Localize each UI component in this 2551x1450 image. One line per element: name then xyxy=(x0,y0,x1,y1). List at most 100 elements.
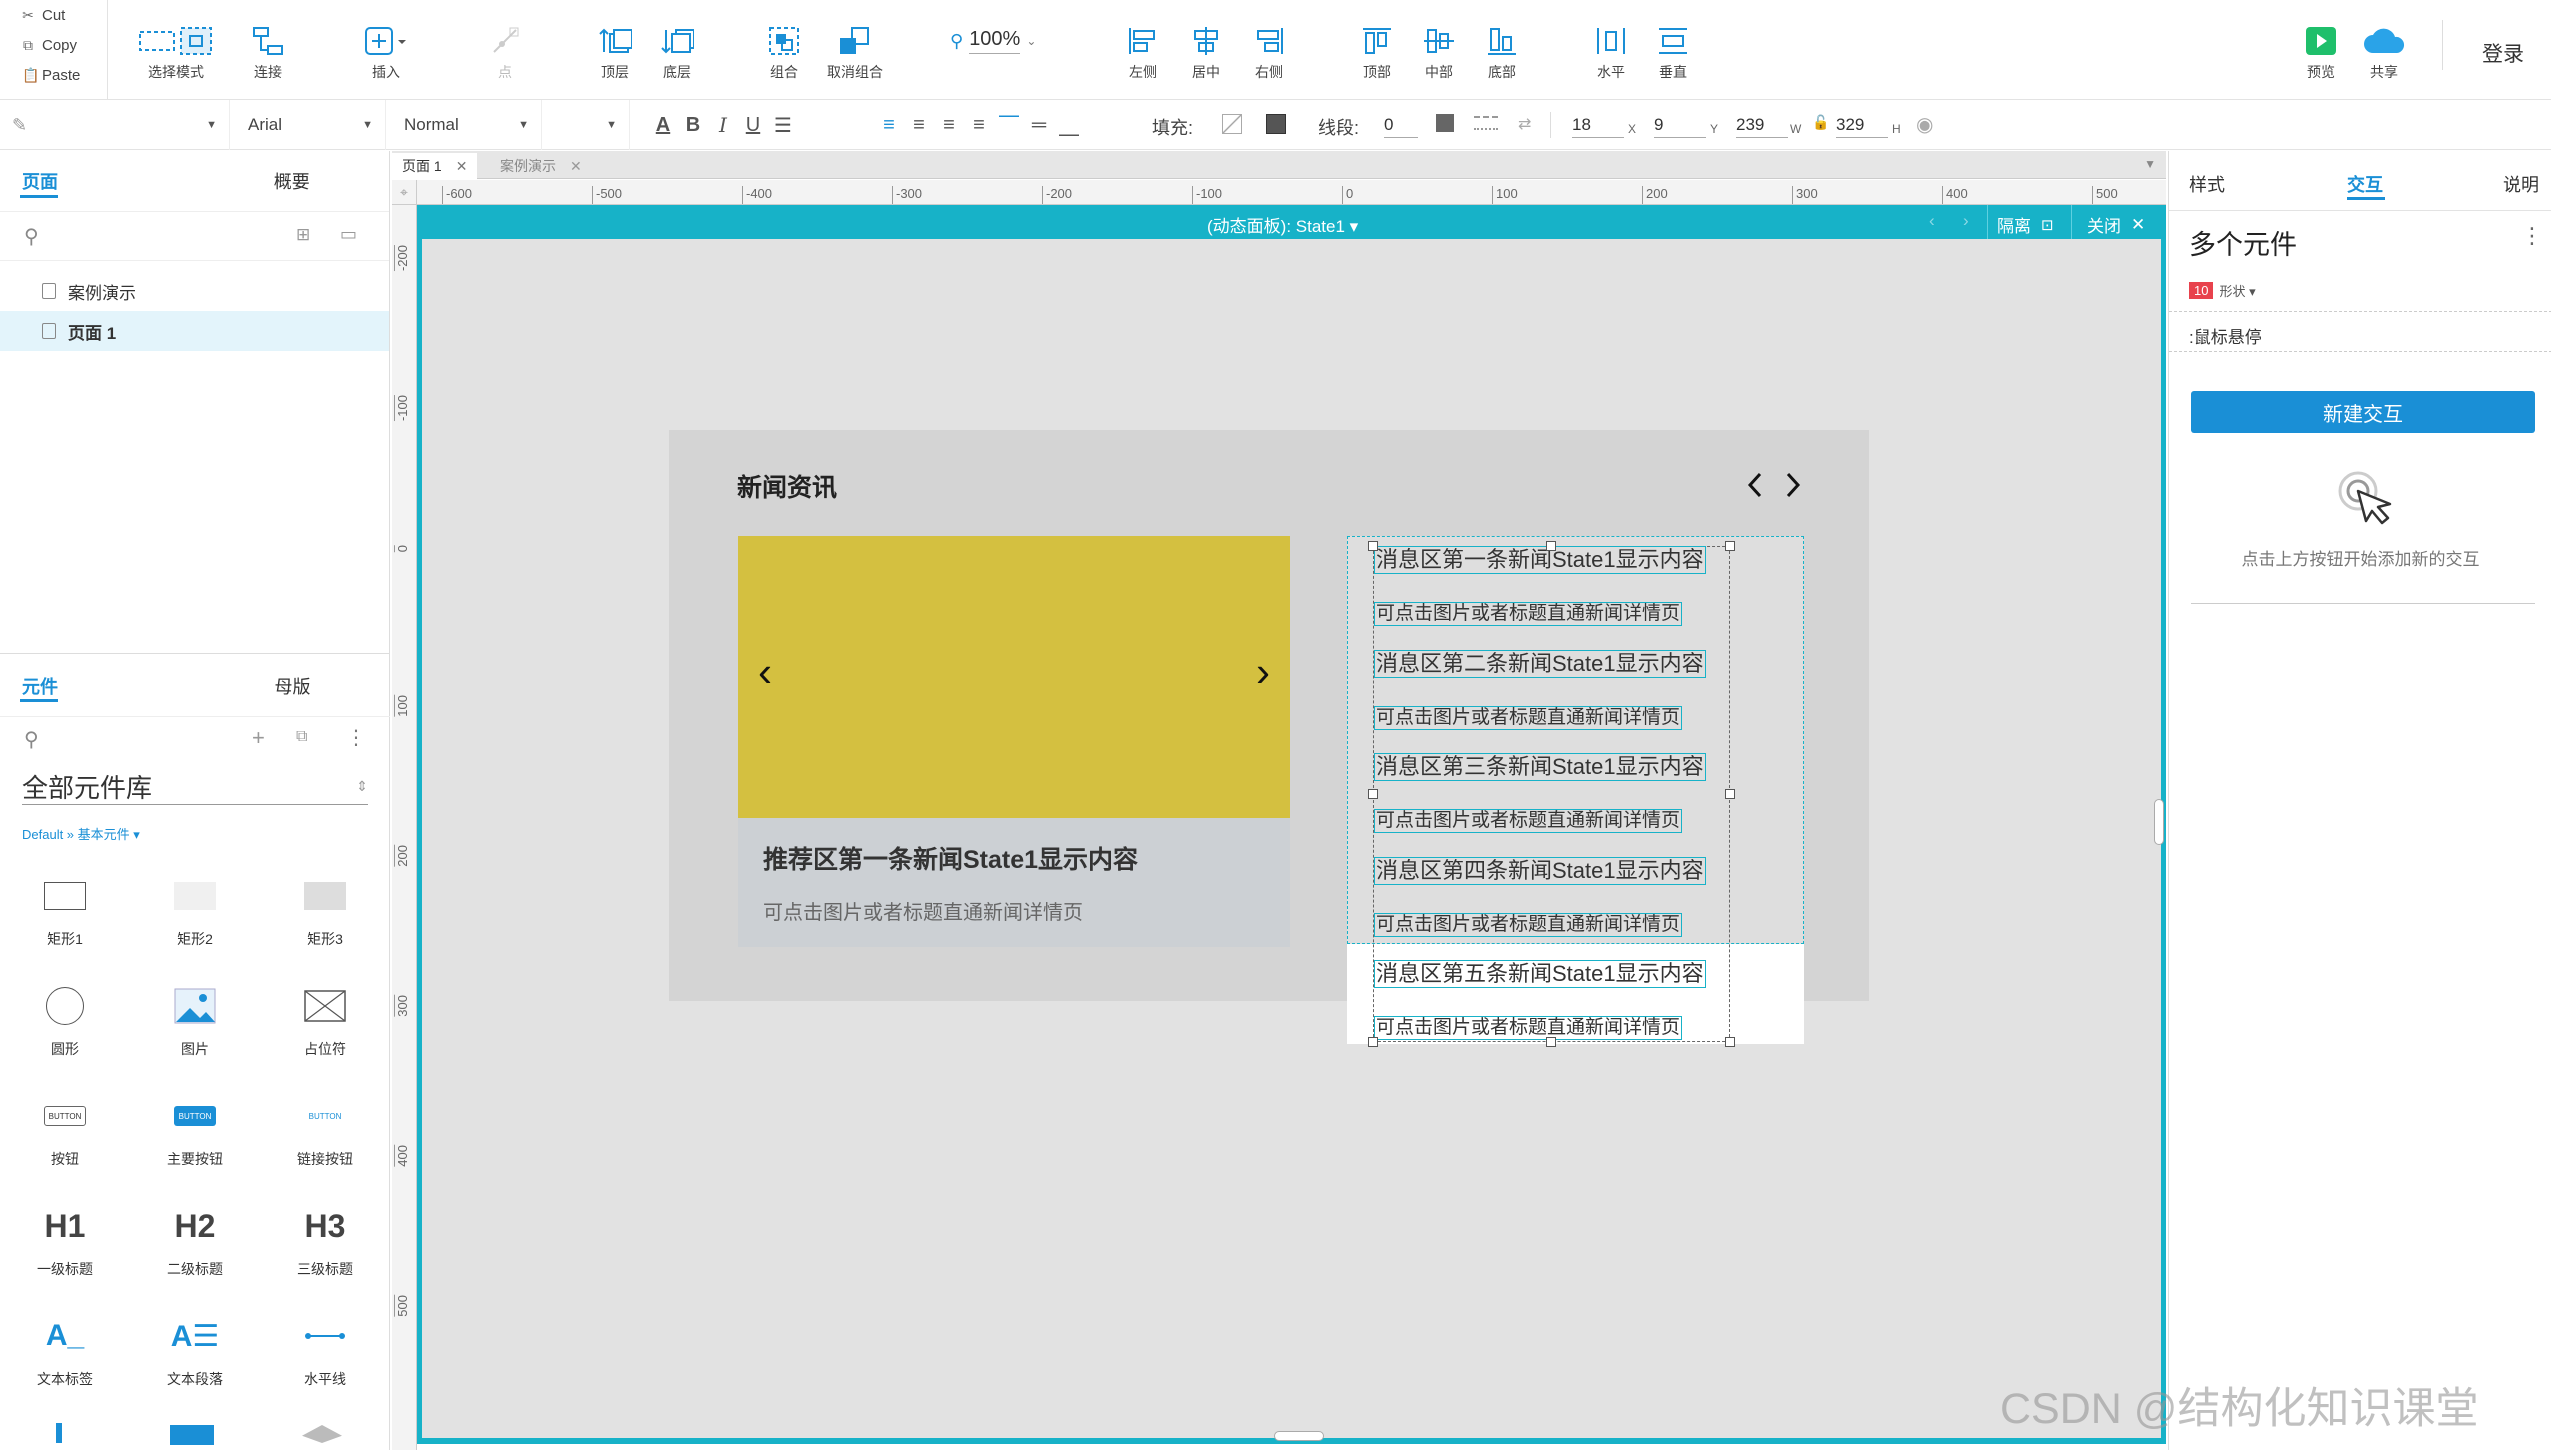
search-icon[interactable]: ⚲ xyxy=(24,224,39,249)
widget-horizontal-line[interactable]: 水平线 xyxy=(260,1291,390,1401)
select-mode-button[interactable]: 选择模式 xyxy=(126,0,226,100)
align-middle-button[interactable]: 中部 xyxy=(1414,0,1464,100)
widget-heading3[interactable]: H3 三级标题 xyxy=(260,1181,390,1291)
zoom-select[interactable]: ⚲ 100% ⌄ xyxy=(950,28,1036,54)
more-vert-icon[interactable]: ⋮ xyxy=(346,725,366,750)
message-item-subtitle[interactable]: 可点击图片或者标题直通新闻详情页 xyxy=(1374,809,1683,833)
text-color-button[interactable]: A xyxy=(648,100,678,150)
library-select[interactable]: 全部元件库 ⇕ xyxy=(22,769,368,805)
library-options-icon[interactable]: ⧉ xyxy=(296,728,307,746)
login-link[interactable]: 登录 xyxy=(2482,38,2524,68)
point-button[interactable]: 点 xyxy=(480,0,530,100)
cut-button[interactable]: ✂ Cut xyxy=(0,0,107,30)
top-layer-button[interactable]: 顶层 xyxy=(590,0,640,100)
paste-button[interactable]: 📋 Paste xyxy=(0,60,107,90)
share-button[interactable]: 共享 xyxy=(2356,0,2412,100)
selection-type[interactable]: 10 形状 ▾ xyxy=(2189,281,2256,300)
message-item-title[interactable]: 消息区第四条新闻State1显示内容 xyxy=(1374,856,1706,885)
widget-rectangle3[interactable]: 矩形3 xyxy=(260,851,390,961)
resize-handle[interactable] xyxy=(1368,789,1378,799)
fill-color-swatch[interactable] xyxy=(1222,114,1242,134)
visibility-eye-icon[interactable]: ◉ xyxy=(1916,112,1933,137)
message-item-title[interactable]: 消息区第一条新闻State1显示内容 xyxy=(1374,546,1706,574)
carousel-prev-icon[interactable]: ‹ xyxy=(758,651,772,693)
close-icon[interactable]: ✕ xyxy=(570,158,582,175)
underline-button[interactable]: U xyxy=(738,100,768,150)
more-vert-icon[interactable]: ⋮ xyxy=(2521,223,2543,249)
widget-text-label[interactable]: A_ 文本标签 xyxy=(0,1291,130,1401)
fill-shadow-button[interactable] xyxy=(1266,114,1286,134)
valign-top-button[interactable]: ⎺ xyxy=(994,100,1024,150)
add-icon[interactable]: + xyxy=(252,725,265,751)
vertical-line-widget-icon[interactable] xyxy=(56,1423,62,1443)
close-icon[interactable]: ✕ xyxy=(456,158,468,175)
widget-rectangle1[interactable]: 矩形1 xyxy=(0,851,130,961)
add-folder-icon[interactable]: ▭ xyxy=(340,224,357,245)
canvas-splitter-handle[interactable] xyxy=(2154,799,2164,845)
x-input[interactable]: 18 xyxy=(1572,108,1624,138)
news-module[interactable]: 新闻资讯 ‹ › 推荐区第一条新闻State1显示内容 可点击图片或者标题直通新… xyxy=(669,430,1869,1047)
message-item-subtitle[interactable]: 可点击图片或者标题直通新闻详情页 xyxy=(1374,1016,1683,1040)
hotspot-widget-icon[interactable] xyxy=(170,1425,214,1445)
lock-icon[interactable]: 🔓 xyxy=(1812,114,1829,131)
search-icon[interactable]: ⚲ xyxy=(24,727,39,752)
resize-handle[interactable] xyxy=(1368,1037,1378,1047)
tab-interactions[interactable]: 交互 xyxy=(2347,171,2383,197)
featured-title[interactable]: 推荐区第一条新闻State1显示内容 xyxy=(763,840,1138,876)
y-input[interactable]: 9 xyxy=(1654,108,1706,138)
bottom-layer-button[interactable]: 底层 xyxy=(652,0,702,100)
library-path[interactable]: Default » 基本元件 ▾ xyxy=(22,824,140,843)
font-style-select[interactable]: Normal ▼ xyxy=(392,100,542,150)
stroke-color-swatch[interactable] xyxy=(1436,114,1454,132)
message-item-title[interactable]: 消息区第三条新闻State1显示内容 xyxy=(1374,753,1706,781)
insert-button[interactable]: 插入 xyxy=(360,0,412,100)
copy-button[interactable]: ⧉ Copy xyxy=(0,30,107,60)
event-input[interactable]: :鼠标悬停 xyxy=(2189,323,2262,348)
connect-button[interactable]: 连接 xyxy=(238,0,298,100)
group-button[interactable]: 组合 xyxy=(758,0,810,100)
resize-handle[interactable] xyxy=(1725,789,1735,799)
tab-widgets[interactable]: 元件 xyxy=(0,656,195,716)
tab-outline[interactable]: 概要 xyxy=(195,151,389,211)
add-page-icon[interactable]: ⊞ xyxy=(296,225,310,245)
featured-image[interactable]: ‹ › xyxy=(738,536,1290,818)
resize-handle[interactable] xyxy=(1725,541,1735,551)
canvas-bottom-handle[interactable] xyxy=(1274,1431,1324,1441)
bullet-list-button[interactable]: ☰ xyxy=(768,100,798,150)
message-item-subtitle[interactable]: 可点击图片或者标题直通新闻详情页 xyxy=(1374,602,1683,626)
preview-button[interactable]: 预览 xyxy=(2296,0,2346,100)
tab-style[interactable]: 样式 xyxy=(2189,171,2225,197)
distribute-vertical-button[interactable]: 垂直 xyxy=(1648,0,1698,100)
message-item-subtitle[interactable]: 可点击图片或者标题直通新闻详情页 xyxy=(1374,705,1683,730)
style-select[interactable]: ✎ ▼ xyxy=(0,100,230,150)
align-right-button[interactable]: 右侧 xyxy=(1244,0,1294,100)
text-justify-button[interactable]: ≡ xyxy=(964,100,994,150)
isolate-button[interactable]: 隔离 ⊡ xyxy=(1997,212,2054,237)
arrow-style-icon[interactable]: ⇄ xyxy=(1518,114,1531,134)
close-panel-button[interactable]: 关闭 ✕ xyxy=(2087,212,2145,237)
distribute-horizontal-button[interactable]: 水平 xyxy=(1586,0,1636,100)
tab-masters[interactable]: 母版 xyxy=(195,656,390,716)
featured-caption[interactable]: 推荐区第一条新闻State1显示内容 可点击图片或者标题直通新闻详情页 xyxy=(738,818,1290,947)
stroke-pattern-button[interactable] xyxy=(1474,116,1498,130)
widget-rectangle2[interactable]: 矩形2 xyxy=(130,851,260,961)
align-left-button[interactable]: 左侧 xyxy=(1118,0,1168,100)
italic-button[interactable]: I xyxy=(708,100,738,150)
ungroup-button[interactable]: 取消组合 xyxy=(820,0,890,100)
resize-handle[interactable] xyxy=(1368,541,1378,551)
widget-heading1[interactable]: H1 一级标题 xyxy=(0,1181,130,1291)
font-family-select[interactable]: Arial ▼ xyxy=(236,100,386,150)
height-input[interactable]: 329 xyxy=(1836,108,1888,138)
tab-overflow-icon[interactable]: ▼ xyxy=(2144,157,2156,171)
message-list[interactable]: 消息区第一条新闻State1显示内容 可点击图片或者标题直通新闻详情页 消息区第二条… xyxy=(1347,536,1804,1047)
align-bottom-button[interactable]: 底部 xyxy=(1477,0,1527,100)
widget-button[interactable]: BUTTON 按钮 xyxy=(0,1071,130,1181)
resize-handle[interactable] xyxy=(1546,1037,1556,1047)
message-item-subtitle[interactable]: 可点击图片或者标题直通新闻详情页 xyxy=(1374,912,1683,937)
carousel-next-icon[interactable]: › xyxy=(1256,651,1270,693)
widget-heading2[interactable]: H2 二级标题 xyxy=(130,1181,260,1291)
dynamic-panel-state-select[interactable]: (动态面板): State1 ▾ xyxy=(1207,212,1358,237)
font-size-select[interactable]: ▼ xyxy=(548,100,630,150)
page-item[interactable]: 案例演示 xyxy=(0,271,389,311)
page-tab[interactable]: 案例演示 ✕ xyxy=(490,153,592,179)
